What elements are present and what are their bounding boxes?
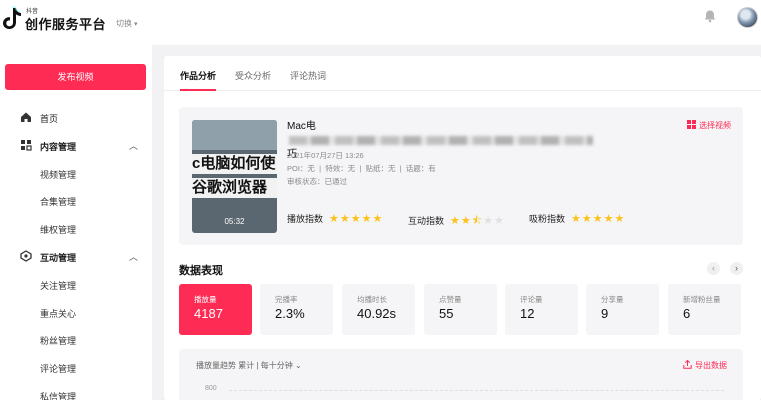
home-icon — [21, 112, 31, 122]
rating-label: 吸粉指数 — [529, 214, 566, 224]
export-data-button[interactable]: 导出数据 — [683, 360, 727, 371]
metric-value: 40.92s — [357, 306, 397, 321]
video-thumbnail[interactable]: c电脑如何使 谷歌浏览器 05:32 — [192, 120, 277, 233]
metric-value: 6 — [683, 306, 691, 321]
sidebar-item-label: 评论管理 — [40, 364, 77, 374]
chart-gridline — [229, 390, 724, 391]
sidebar-item-key-concern[interactable]: 重点关心 — [0, 302, 152, 322]
y-axis-tick: 800 — [205, 385, 217, 392]
sidebar-item-label: 互动管理 — [40, 253, 77, 263]
sidebar: 发布视频 首页 内容管理 ︿ 视频管理 合集管理 维权管理 互动管理 ︿ 关注管… — [0, 45, 152, 400]
tab-bar: 作品分析 受众分析 评论热词 — [164, 56, 761, 91]
bell-icon[interactable] — [703, 9, 717, 23]
metric-card-likes[interactable]: 点赞量 55 — [424, 284, 497, 335]
metric-label: 评论量 — [520, 295, 543, 304]
metric-card-new-fans[interactable]: 新增粉丝量 6 — [668, 284, 741, 335]
sidebar-item-label: 首页 — [40, 114, 59, 124]
top-header: 抖音 创作服务平台 切换 ▾ — [0, 0, 761, 45]
metric-card-avg-duration[interactable]: 均播时长 40.92s — [342, 284, 415, 335]
active-tab-indicator — [180, 89, 216, 91]
video-duration: 05:32 — [224, 217, 245, 226]
star-rating: ★★★★★ — [329, 213, 384, 225]
sidebar-item-home[interactable]: 首页 — [0, 107, 152, 127]
video-review-status: 审核状态：已通过 — [287, 177, 347, 186]
select-video-button[interactable]: 选择视频 — [687, 120, 731, 131]
sidebar-group-interaction[interactable]: 互动管理 ︿ — [0, 246, 152, 266]
sidebar-item-label: 合集管理 — [40, 197, 77, 207]
metric-card-shares[interactable]: 分享量 9 — [586, 284, 659, 335]
grid-icon — [21, 140, 32, 151]
interaction-index-rating: 互动指数 ★★⯪★★ — [408, 212, 505, 231]
sidebar-item-label: 视频管理 — [40, 170, 77, 180]
grid-icon — [687, 120, 696, 129]
sidebar-item-label: 重点关心 — [40, 309, 77, 319]
interaction-icon — [20, 250, 32, 262]
thumbnail-background — [192, 120, 277, 150]
metric-value: 55 — [439, 306, 454, 321]
tab-comment-hotwords[interactable]: 评论热词 — [290, 69, 326, 82]
caret-down-icon: ▾ — [134, 21, 138, 28]
export-data-label: 导出数据 — [695, 361, 727, 370]
play-trend-chart-panel: 播放量趋势 累计 | 每十分钟 ⌄ 导出数据 800 — [179, 349, 743, 400]
sidebar-item-follow-management[interactable]: 关注管理 — [0, 274, 152, 294]
metric-card-comments[interactable]: 评论量 12 — [505, 284, 578, 335]
sidebar-group-content[interactable]: 内容管理 ︿ — [0, 135, 152, 155]
metric-card-completion-rate[interactable]: 完播率 2.3% — [260, 284, 333, 335]
metric-card-plays[interactable]: 播放量 4187 — [179, 284, 252, 335]
metric-value: 12 — [520, 306, 535, 321]
sidebar-item-label: 内容管理 — [40, 142, 77, 152]
video-title-prefix: Mac电 — [287, 121, 316, 132]
metric-label: 播放量 — [194, 295, 217, 304]
fans-index-rating: 吸粉指数 ★★★★★ — [529, 212, 625, 225]
metric-label: 均播时长 — [357, 295, 387, 304]
sidebar-item-message-management[interactable]: 私信管理 — [0, 385, 152, 400]
douyin-logo-icon[interactable] — [2, 6, 22, 32]
sidebar-item-fans-management[interactable]: 粉丝管理 — [0, 329, 152, 349]
rating-label: 播放指数 — [287, 214, 324, 224]
metric-value: 9 — [601, 306, 609, 321]
metric-label: 完播率 — [275, 295, 298, 304]
sidebar-item-label: 维权管理 — [40, 225, 77, 235]
export-icon — [683, 360, 692, 369]
brand-title: 创作服务平台 — [25, 17, 107, 32]
select-video-label: 选择视频 — [699, 121, 731, 130]
sidebar-item-rights-management[interactable]: 维权管理 — [0, 218, 152, 238]
main-panel: 作品分析 受众分析 评论热词 c电脑如何使 谷歌浏览器 05:32 Mac电 巧… — [164, 56, 761, 400]
play-index-rating: 播放指数 ★★★★★ — [287, 212, 383, 225]
rating-label: 互动指数 — [408, 216, 445, 226]
metric-value: 4187 — [194, 306, 223, 321]
publish-video-button[interactable]: 发布视频 — [5, 64, 146, 90]
video-meta-info: POI：无 | 特效：无 | 贴纸：无 | 话题：有 — [287, 164, 436, 173]
prev-page-icon[interactable]: ‹ — [707, 262, 720, 275]
user-avatar[interactable] — [737, 7, 758, 28]
sidebar-item-label: 关注管理 — [40, 281, 77, 291]
chevron-up-icon: ︿ — [129, 252, 139, 262]
video-card: c电脑如何使 谷歌浏览器 05:32 Mac电 巧 2021年07月27日 13… — [179, 107, 743, 245]
sidebar-item-comment-management[interactable]: 评论管理 — [0, 357, 152, 377]
chevron-up-icon: ︿ — [129, 141, 139, 151]
star-rating: ★★⯪★★ — [450, 215, 505, 227]
trend-filter-dropdown[interactable]: 播放量趋势 累计 | 每十分钟 ⌄ — [196, 360, 302, 371]
video-publish-date: 2021年07月27日 13:26 — [287, 151, 364, 160]
tab-audience-analysis[interactable]: 受众分析 — [235, 69, 271, 82]
sidebar-item-collection-management[interactable]: 合集管理 — [0, 190, 152, 210]
switch-account-toggle[interactable]: 切换 ▾ — [116, 18, 138, 29]
thumbnail-caption-line2: 谷歌浏览器 — [192, 178, 277, 198]
next-page-icon[interactable]: › — [730, 262, 743, 275]
metric-label: 点赞量 — [439, 295, 462, 304]
metric-label: 分享量 — [601, 295, 624, 304]
tab-work-analysis[interactable]: 作品分析 — [180, 69, 216, 82]
sidebar-item-video-management[interactable]: 视频管理 — [0, 163, 152, 183]
star-rating: ★★★★★ — [571, 213, 626, 225]
redacted-title-blur — [289, 135, 593, 145]
data-performance-title: 数据表现 — [179, 265, 223, 277]
metric-label: 新增粉丝量 — [683, 295, 721, 304]
sidebar-item-label: 粉丝管理 — [40, 336, 77, 346]
metric-value: 2.3% — [275, 306, 305, 321]
sidebar-item-label: 私信管理 — [40, 392, 77, 400]
thumbnail-caption-line1: c电脑如何使 — [192, 154, 277, 174]
switch-label: 切换 — [116, 19, 132, 28]
